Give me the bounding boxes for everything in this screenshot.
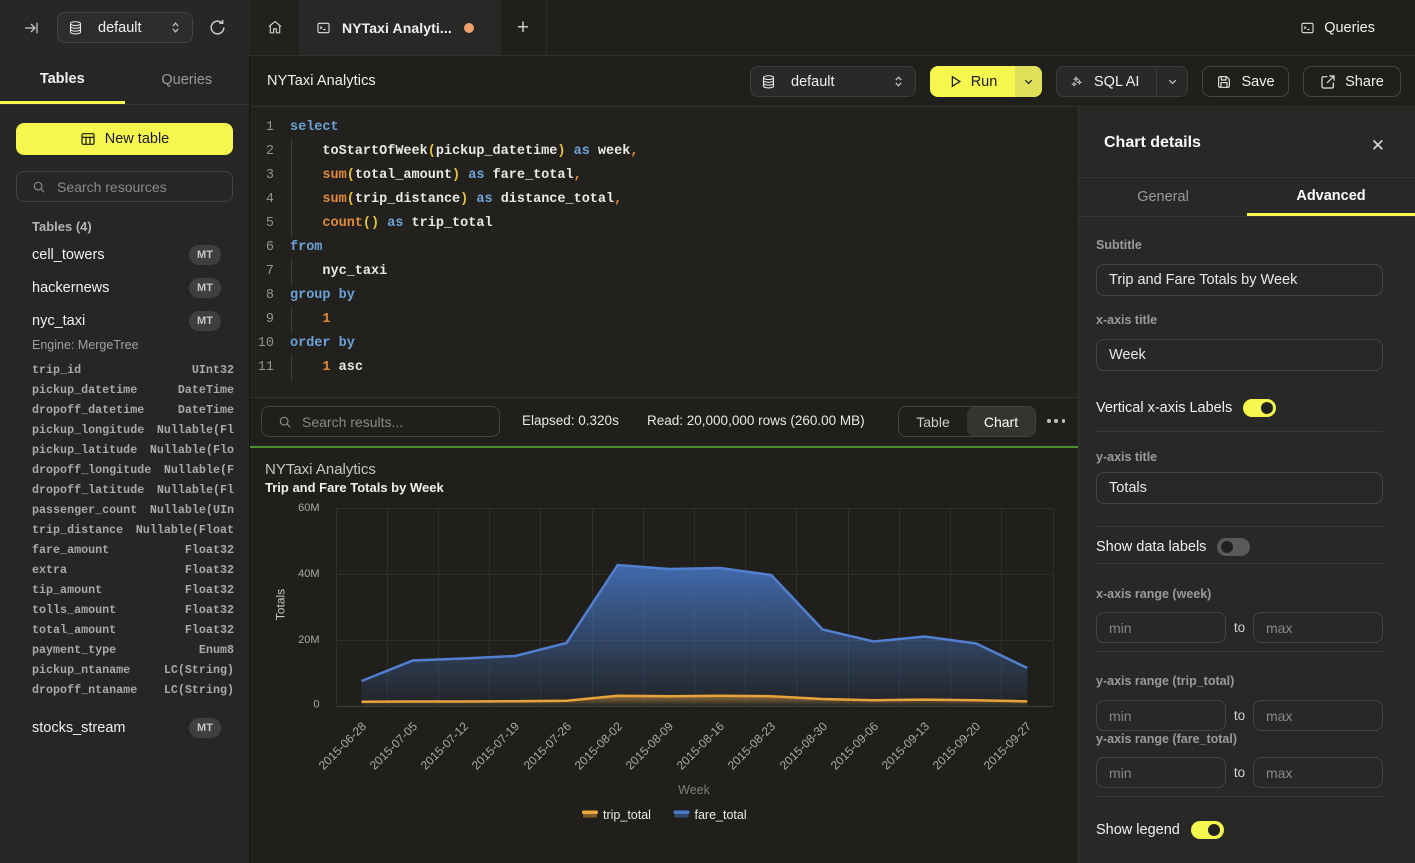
svg-text:2015-07-12: 2015-07-12 (418, 719, 472, 773)
svg-text:2015-08-16: 2015-08-16 (674, 719, 728, 773)
svg-text:2015-08-30: 2015-08-30 (777, 719, 831, 773)
svg-text:2015-09-27: 2015-09-27 (981, 719, 1035, 773)
svg-text:2015-07-26: 2015-07-26 (521, 719, 575, 773)
svg-text:2015-07-05: 2015-07-05 (367, 719, 421, 773)
svg-text:Totals: Totals (274, 589, 288, 620)
svg-text:fare_total: fare_total (695, 808, 747, 822)
svg-text:60M: 60M (298, 502, 319, 514)
svg-text:2015-06-28: 2015-06-28 (316, 719, 370, 773)
svg-text:2015-08-23: 2015-08-23 (725, 719, 779, 773)
svg-text:20M: 20M (298, 634, 319, 646)
svg-text:2015-08-02: 2015-08-02 (572, 719, 626, 773)
svg-text:trip_total: trip_total (603, 808, 651, 822)
svg-text:NYTaxi Analytics: NYTaxi Analytics (265, 461, 376, 478)
svg-text:40M: 40M (298, 568, 319, 580)
svg-text:2015-09-06: 2015-09-06 (828, 719, 882, 773)
svg-text:0: 0 (313, 699, 319, 711)
svg-text:2015-07-19: 2015-07-19 (469, 719, 523, 773)
svg-text:2015-08-09: 2015-08-09 (623, 719, 677, 773)
svg-text:2015-09-13: 2015-09-13 (879, 719, 933, 773)
svg-text:2015-09-20: 2015-09-20 (930, 719, 984, 773)
svg-text:Trip and Fare Totals by Week: Trip and Fare Totals by Week (265, 480, 444, 495)
svg-text:Week: Week (678, 783, 710, 797)
